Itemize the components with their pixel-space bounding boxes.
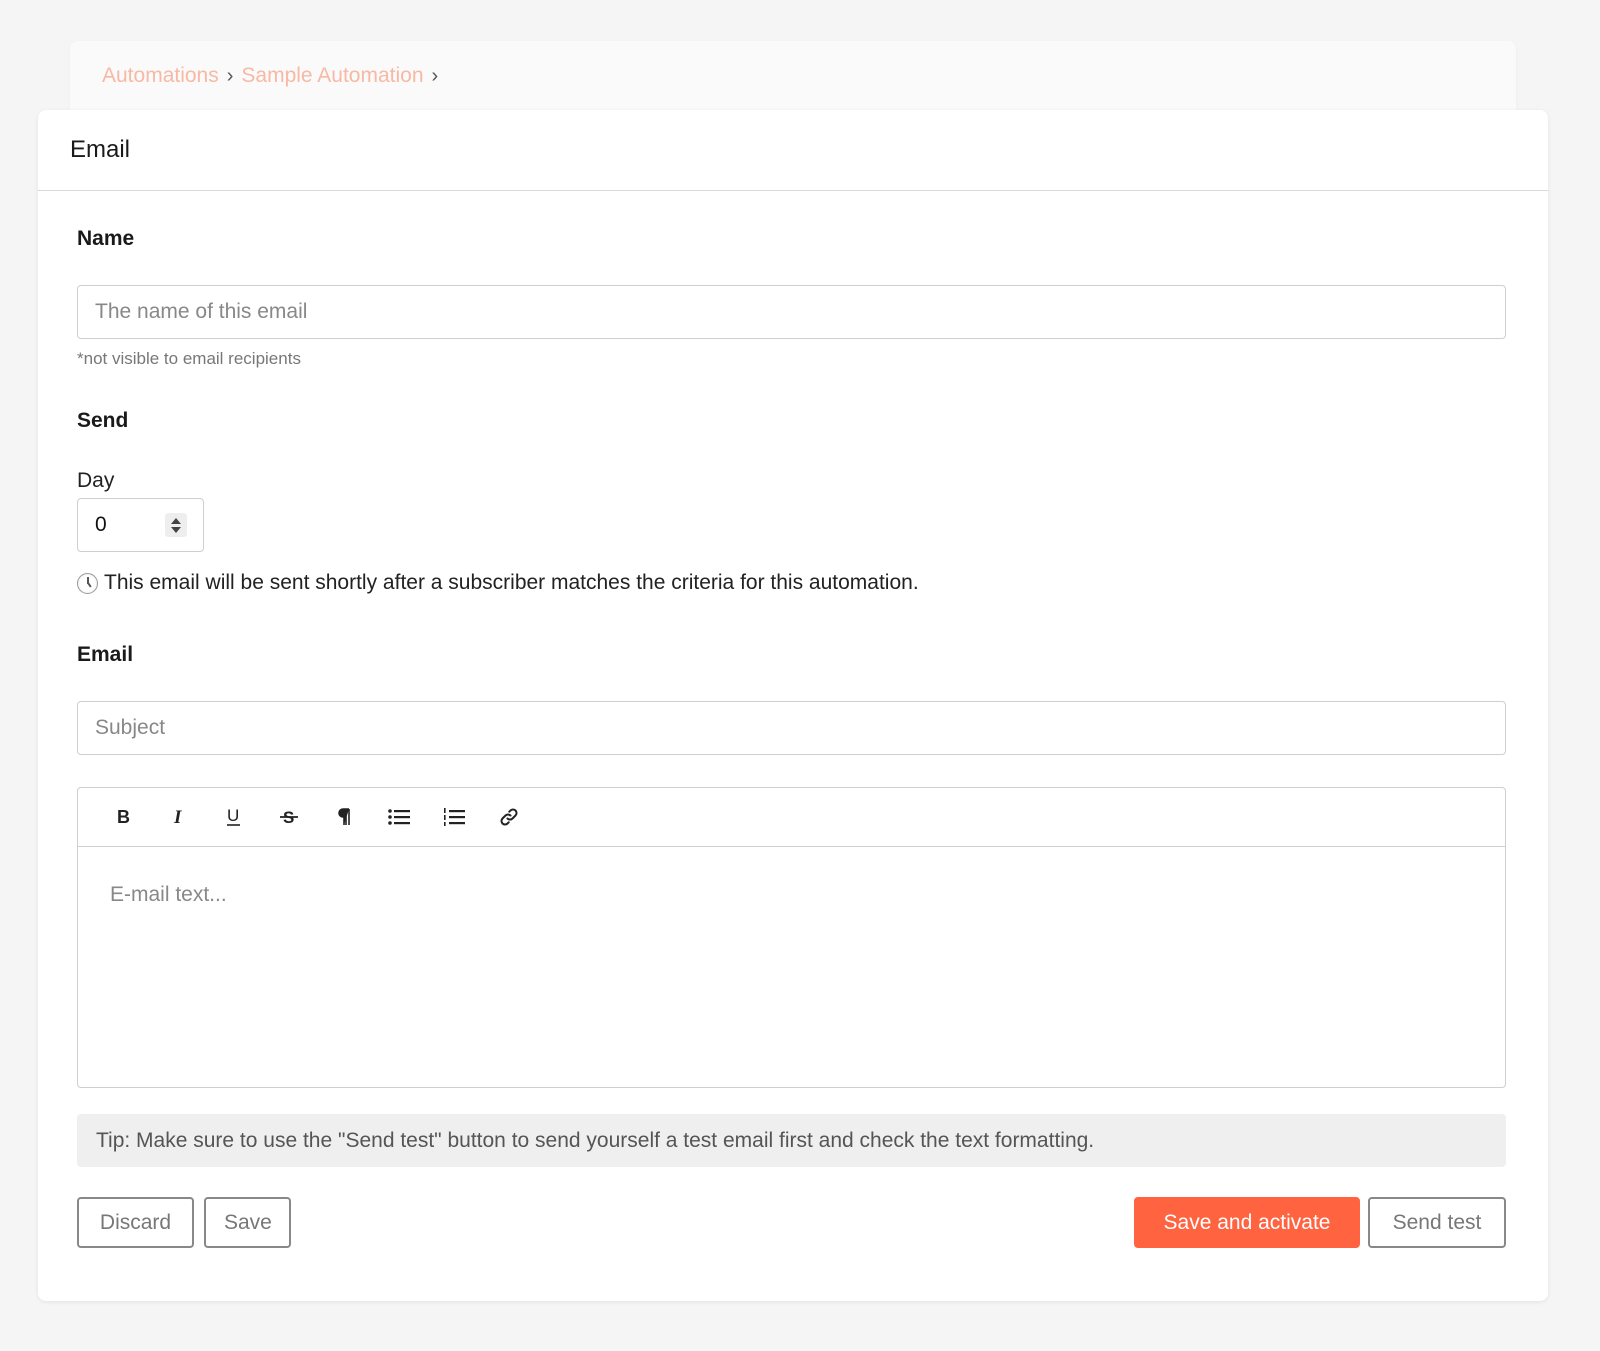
paragraph-icon[interactable]: [316, 797, 371, 837]
link-icon[interactable]: [481, 797, 536, 837]
email-editor: B I U S E-mail text...: [77, 787, 1506, 1088]
svg-text:U: U: [227, 806, 239, 825]
stepper-down-icon[interactable]: [171, 526, 181, 533]
day-label: Day: [77, 469, 115, 492]
bold-icon[interactable]: B: [96, 797, 151, 837]
email-card: Email Name *not visible to email recipie…: [38, 110, 1548, 1301]
name-section-label: Name: [77, 227, 135, 250]
bullet-list-icon[interactable]: [371, 797, 426, 837]
breadcrumb-link-automations[interactable]: Automations: [102, 64, 219, 88]
card-header: Email: [38, 110, 1548, 191]
email-body-textarea[interactable]: E-mail text...: [78, 847, 1505, 1087]
day-stepper[interactable]: [165, 513, 187, 537]
ordered-list-icon[interactable]: [426, 797, 481, 837]
tip-box: Tip: Make sure to use the "Send test" bu…: [77, 1114, 1506, 1167]
svg-text:I: I: [173, 807, 182, 827]
breadcrumb: Automations › Sample Automation ›: [102, 64, 438, 88]
send-info-text: This email will be sent shortly after a …: [104, 571, 919, 594]
email-section-label: Email: [77, 643, 134, 666]
breadcrumb-separator: ›: [226, 64, 234, 87]
stepper-up-icon[interactable]: [171, 517, 181, 524]
send-section-label: Send: [77, 409, 129, 432]
clock-icon: [77, 572, 98, 594]
email-name-input[interactable]: [77, 285, 1506, 339]
italic-icon[interactable]: I: [151, 797, 206, 837]
save-and-activate-button[interactable]: Save and activate: [1134, 1197, 1360, 1248]
name-hint: *not visible to email recipients: [77, 349, 301, 368]
day-number-input[interactable]: 0: [77, 498, 204, 552]
subject-input[interactable]: [77, 701, 1506, 755]
strikethrough-icon[interactable]: S: [261, 797, 316, 837]
editor-toolbar: B I U S: [78, 788, 1505, 847]
card-title: Email: [70, 136, 131, 163]
breadcrumb-link-sample-automation[interactable]: Sample Automation: [241, 64, 423, 88]
underline-icon[interactable]: U: [206, 797, 261, 837]
discard-button[interactable]: Discard: [77, 1197, 194, 1248]
day-value: 0: [95, 513, 107, 536]
send-test-button[interactable]: Send test: [1368, 1197, 1506, 1248]
breadcrumb-separator: ›: [431, 64, 439, 87]
send-info: This email will be sent shortly after a …: [77, 571, 919, 595]
svg-text:B: B: [117, 807, 130, 827]
save-button[interactable]: Save: [204, 1197, 291, 1248]
